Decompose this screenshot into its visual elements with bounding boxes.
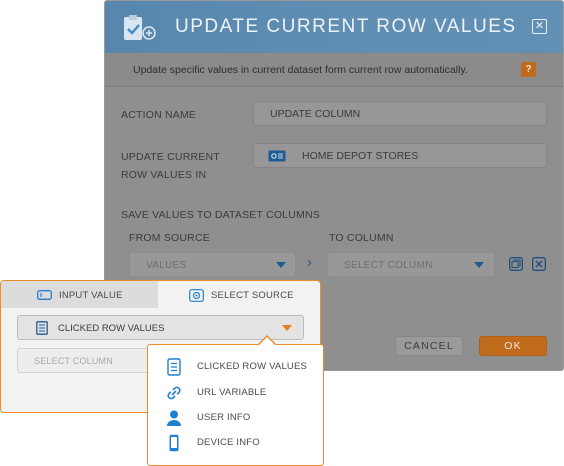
link-icon <box>167 386 181 400</box>
description-text: Update specific values in current datase… <box>133 64 468 76</box>
source-select-value: CLICKED ROW VALUES <box>58 323 165 334</box>
chevron-down-icon <box>282 325 292 331</box>
document-icon <box>167 358 181 376</box>
close-icon[interactable]: ✕ <box>532 19 547 34</box>
source-dropdown-menu: CLICKED ROW VALUES URL VARIABLE USER INF… <box>147 344 324 466</box>
remove-icon[interactable] <box>532 257 546 271</box>
ok-button[interactable]: OK <box>479 336 547 356</box>
dataset-value: HOME DEPOT STORES <box>302 150 419 162</box>
save-values-label: SAVE VALUES TO DATASET COLUMNS <box>121 209 320 221</box>
menu-item-label: DEVICE INFO <box>197 437 260 448</box>
tab-select-source[interactable]: SELECT SOURCE <box>158 281 320 308</box>
menu-item-device-info[interactable]: DEVICE INFO <box>148 431 323 455</box>
user-icon <box>167 410 181 426</box>
action-name-input[interactable]: UPDATE COLUMN <box>253 101 547 126</box>
menu-item-label: URL VARIABLE <box>197 387 267 398</box>
menu-caret-fill <box>258 337 276 346</box>
menu-item-clicked-row-values[interactable]: CLICKED ROW VALUES <box>148 355 323 379</box>
tab-select-source-label: SELECT SOURCE <box>211 290 294 301</box>
help-icon[interactable]: ? <box>521 62 536 77</box>
copy-icon[interactable] <box>509 257 523 271</box>
cancel-button[interactable]: CANCEL <box>395 336 463 356</box>
from-source-select[interactable]: VALUES <box>129 252 296 277</box>
chevron-down-icon <box>474 262 484 268</box>
description-bar: Update specific values in current datase… <box>105 53 563 87</box>
device-icon <box>169 434 179 452</box>
dataset-icon <box>268 150 286 162</box>
source-icon <box>189 289 204 302</box>
to-column-select[interactable]: SELECT COLUMN <box>327 252 495 277</box>
input-icon <box>37 290 52 300</box>
to-column-placeholder: SELECT COLUMN <box>344 260 433 271</box>
menu-item-label: USER INFO <box>197 412 251 423</box>
update-in-label-line1: UPDATE CURRENT <box>121 151 220 163</box>
from-source-label: FROM SOURCE <box>129 232 210 244</box>
action-name-label: ACTION NAME <box>121 109 197 121</box>
menu-item-user-info[interactable]: USER INFO <box>148 406 323 430</box>
document-icon <box>36 321 48 335</box>
from-source-value: VALUES <box>146 260 187 271</box>
tab-input-value[interactable]: INPUT VALUE <box>1 281 158 308</box>
arrow-right-icon: › <box>307 254 312 271</box>
menu-item-label: CLICKED ROW VALUES <box>197 361 308 372</box>
menu-item-url-variable[interactable]: URL VARIABLE <box>148 381 323 405</box>
action-name-value: UPDATE COLUMN <box>270 108 361 120</box>
tab-input-value-label: INPUT VALUE <box>59 290 123 301</box>
source-column-placeholder: SELECT COLUMN <box>34 356 113 366</box>
source-column-select[interactable]: SELECT COLUMN <box>17 348 167 373</box>
to-column-label: TO COLUMN <box>329 232 394 244</box>
dialog-title: UPDATE CURRENT ROW VALUES <box>175 16 517 37</box>
clipboard-check-icon <box>124 15 156 40</box>
dataset-select[interactable]: HOME DEPOT STORES <box>253 143 547 168</box>
update-in-label-line2: ROW VALUES IN <box>121 169 207 181</box>
chevron-down-icon <box>276 262 286 268</box>
